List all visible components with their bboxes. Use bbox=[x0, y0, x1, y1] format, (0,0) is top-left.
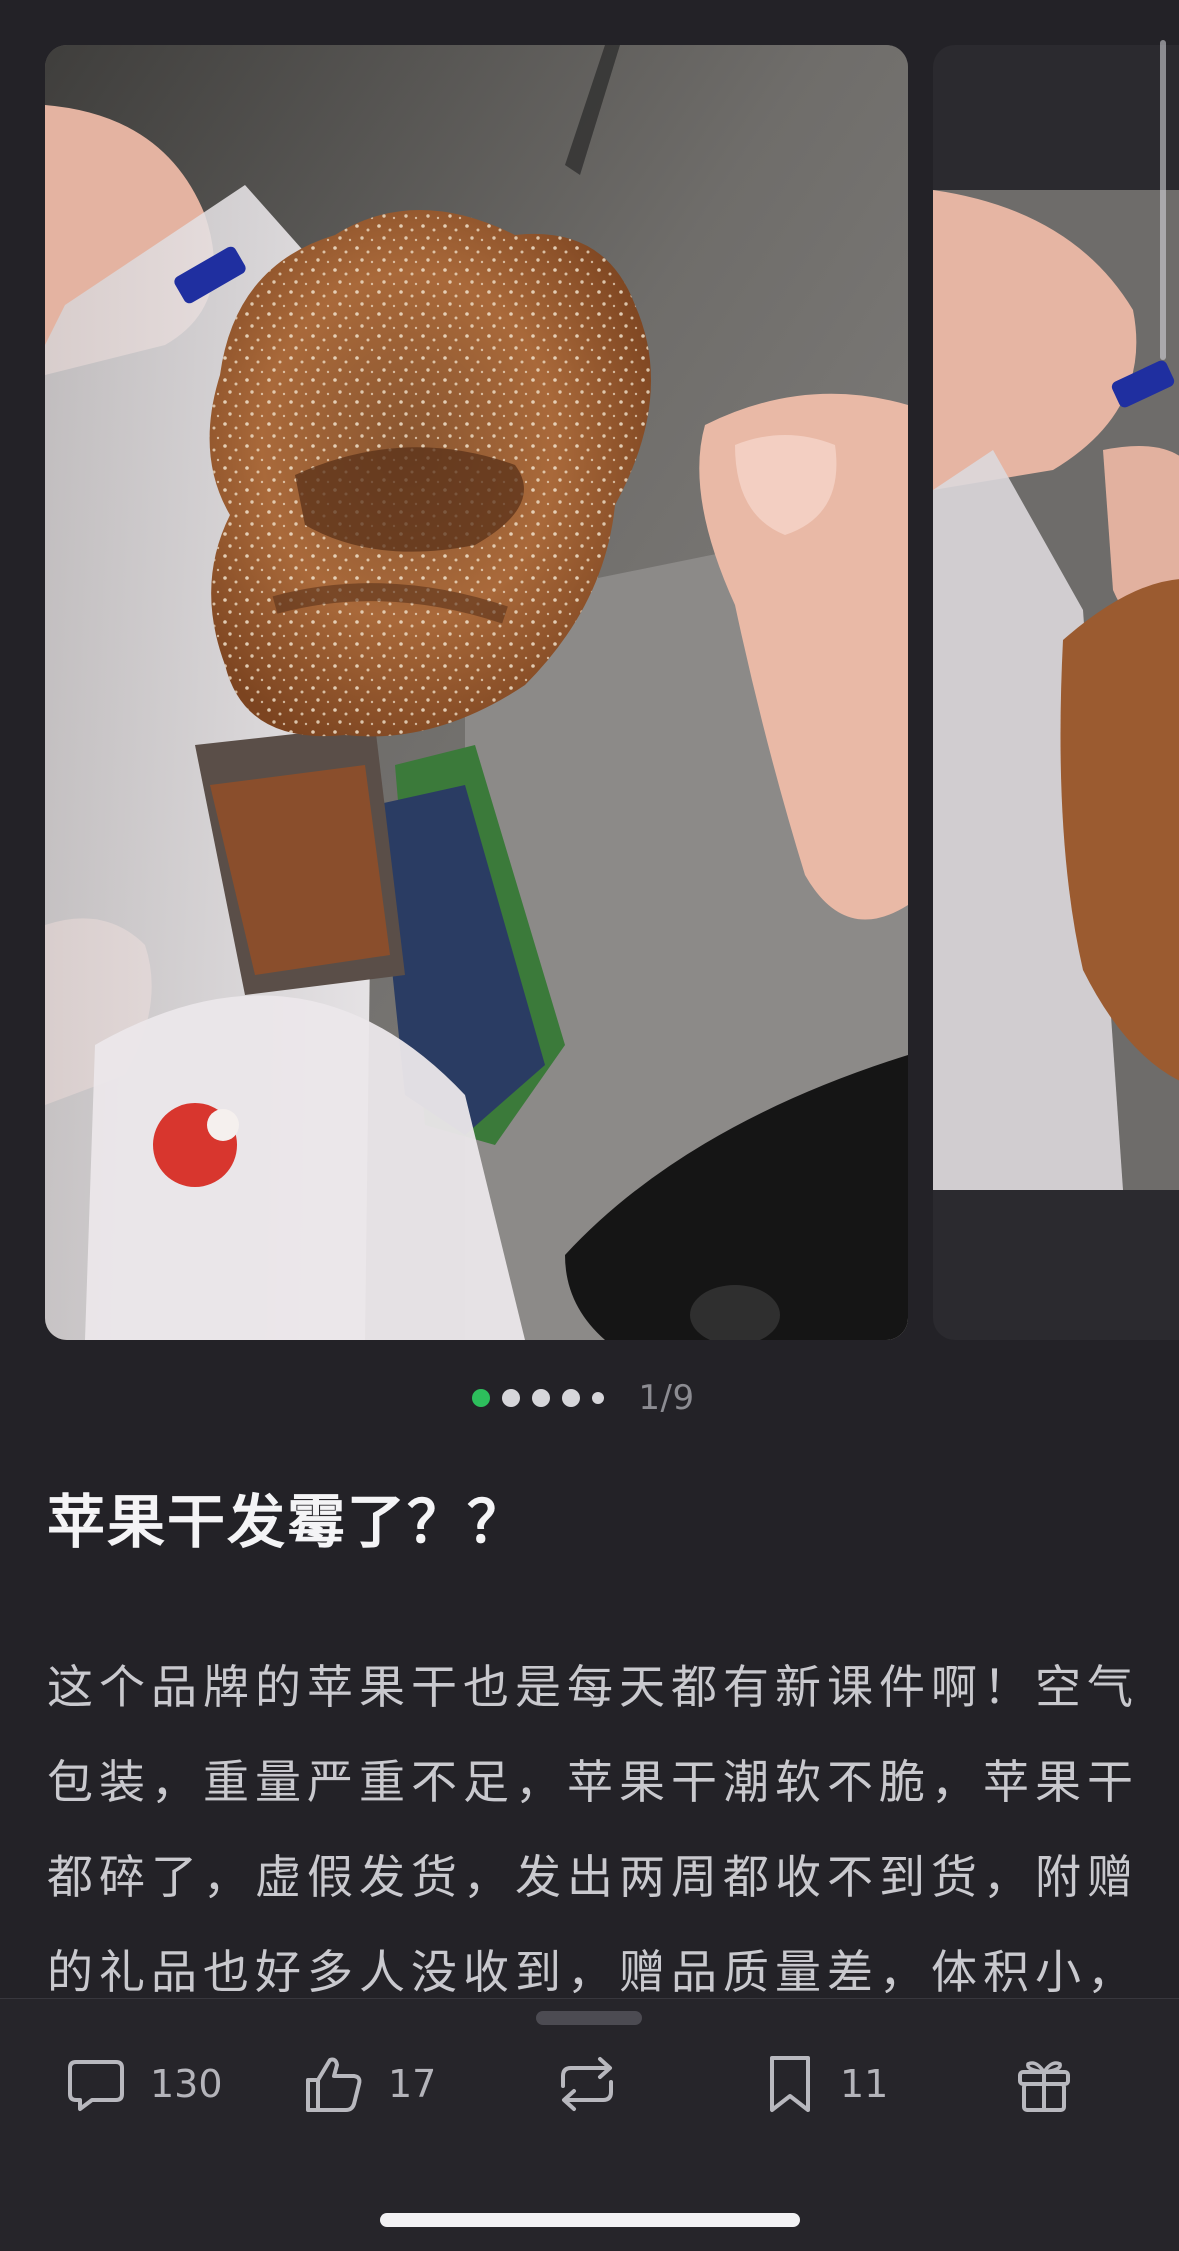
carousel-dot[interactable] bbox=[532, 1389, 551, 1407]
bookmark-count: 11 bbox=[840, 2062, 889, 2106]
next-photo bbox=[933, 190, 1179, 1190]
drag-handle[interactable] bbox=[536, 2011, 642, 2025]
carousel-dot[interactable] bbox=[592, 1392, 605, 1404]
bottom-action-bar: 130 17 11 bbox=[0, 1998, 1179, 2251]
post-body: 这个品牌的苹果干也是每天都有新课件啊！空气包装，重量严重不足，苹果干潮软不脆，苹… bbox=[47, 1660, 1139, 1995]
carousel-dot-active[interactable] bbox=[472, 1389, 491, 1407]
comment-icon bbox=[68, 2060, 124, 2111]
thumbs-up-icon bbox=[306, 2057, 362, 2112]
gift-button[interactable] bbox=[1014, 2044, 1074, 2124]
comment-count: 130 bbox=[150, 2062, 223, 2106]
carousel-dots bbox=[472, 1389, 605, 1407]
home-indicator[interactable] bbox=[380, 2213, 800, 2227]
carousel-dot[interactable] bbox=[502, 1389, 521, 1407]
post-title: 苹果干发霉了？？ bbox=[47, 1488, 528, 1556]
carousel-dot[interactable] bbox=[562, 1389, 581, 1407]
gift-icon bbox=[1018, 2061, 1070, 2112]
bookmark-icon bbox=[770, 2056, 810, 2112]
carousel-slide-current[interactable] bbox=[45, 45, 908, 1340]
dried-apple-photo bbox=[45, 45, 908, 1340]
carousel-slide-next[interactable] bbox=[933, 45, 1179, 1340]
like-button[interactable]: 17 bbox=[302, 2044, 436, 2124]
bookmark-button[interactable]: 11 bbox=[762, 2044, 888, 2124]
carousel-indicator: 1/9 bbox=[0, 1370, 1179, 1426]
image-carousel[interactable] bbox=[0, 0, 1179, 1345]
carousel-counter: 1/9 bbox=[638, 1378, 695, 1418]
repost-button[interactable] bbox=[553, 2044, 621, 2124]
scrollbar-thumb[interactable] bbox=[1160, 40, 1166, 360]
comment-button[interactable]: 130 bbox=[64, 2044, 223, 2124]
repost-icon bbox=[561, 2057, 613, 2111]
like-count: 17 bbox=[388, 2062, 437, 2106]
